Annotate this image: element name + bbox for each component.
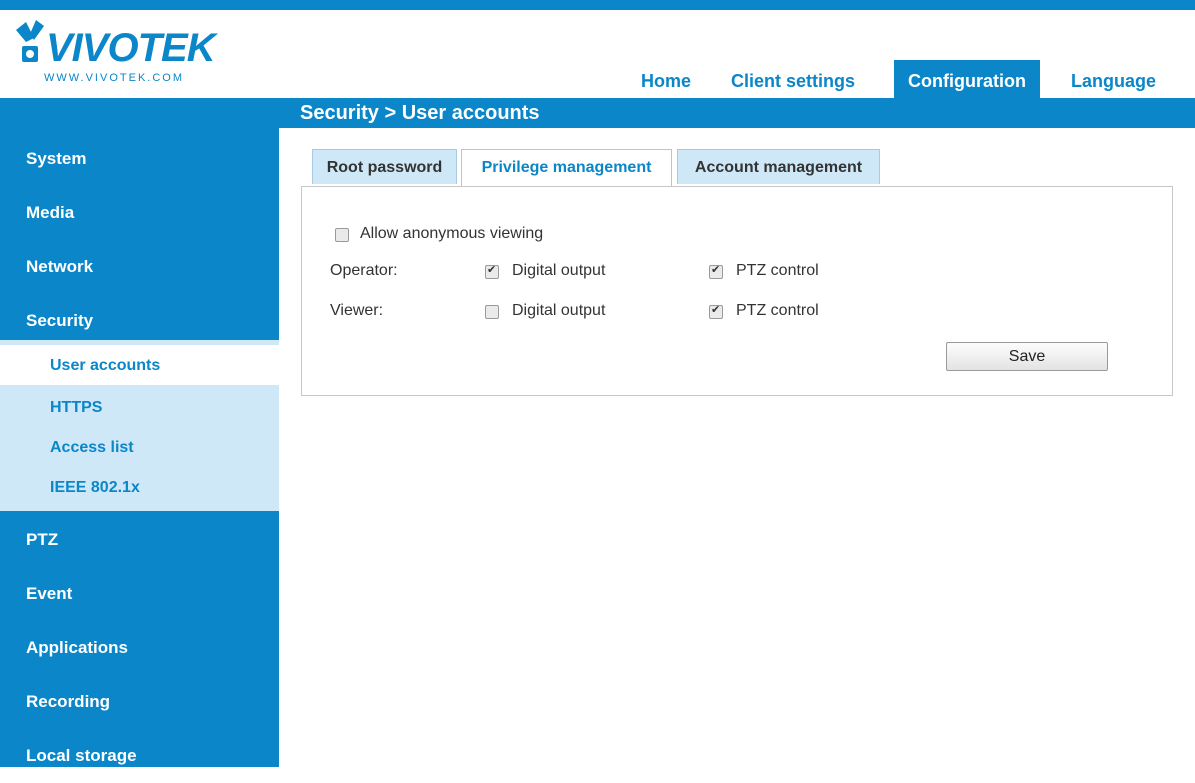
operator-ptz-control-label: PTZ control xyxy=(736,262,819,279)
viewer-digital-output-label: Digital output xyxy=(512,302,606,319)
nav-language[interactable]: Language xyxy=(1071,60,1156,98)
viewer-digital-output-checkbox[interactable] xyxy=(485,305,499,319)
operator-digital-output-label: Digital output xyxy=(512,262,606,279)
subnav-https[interactable]: HTTPS xyxy=(0,387,279,427)
sidebar-item-label: Media xyxy=(26,203,75,222)
subnav-label: IEEE 802.1x xyxy=(50,479,140,496)
save-button[interactable]: Save xyxy=(946,342,1108,371)
top-border xyxy=(0,0,1195,10)
sidebar-item-label: Local storage xyxy=(26,746,137,765)
sidebar-item-local-storage[interactable]: Local storage xyxy=(0,729,279,783)
viewer-label: Viewer: xyxy=(330,302,384,319)
sidebar-item-recording[interactable]: Recording xyxy=(0,675,279,729)
sidebar-item-applications[interactable]: Applications xyxy=(0,621,279,675)
sidebar-item-media[interactable]: Media xyxy=(0,186,279,240)
sidebar-item-label: Event xyxy=(26,584,73,603)
sidebar-item-label: Applications xyxy=(26,638,129,657)
sidebar-item-ptz[interactable]: PTZ xyxy=(0,513,279,567)
sidebar-item-event[interactable]: Event xyxy=(0,567,279,621)
nav-client-settings[interactable]: Client settings xyxy=(731,60,855,98)
sidebar-item-label: PTZ xyxy=(26,530,59,549)
breadcrumb: Security > User accounts xyxy=(300,102,540,124)
sidebar-item-label: Network xyxy=(26,257,94,276)
nav-home[interactable]: Home xyxy=(641,60,691,98)
sidebar-item-network[interactable]: Network xyxy=(0,240,279,294)
viewer-ptz-control-checkbox[interactable] xyxy=(709,303,723,319)
sidebar: System Media Network Security User accou… xyxy=(0,128,279,767)
sidebar-item-label: Security xyxy=(26,311,94,330)
operator-label: Operator: xyxy=(330,262,398,279)
security-subnav: User accounts HTTPS Access list IEEE 802… xyxy=(0,340,279,511)
anonymous-viewing-label: Allow anonymous viewing xyxy=(360,225,544,242)
subnav-label: Access list xyxy=(50,439,134,456)
subnav-user-accounts[interactable]: User accounts xyxy=(0,345,279,385)
viewer-ptz-control-label: PTZ control xyxy=(736,302,819,319)
sidebar-item-system[interactable]: System xyxy=(0,132,279,186)
subnav-label: HTTPS xyxy=(50,399,103,416)
sidebar-item-label: System xyxy=(26,149,87,168)
subnav-ieee-8021x[interactable]: IEEE 802.1x xyxy=(0,467,279,507)
nav-configuration[interactable]: Configuration xyxy=(894,60,1040,98)
anonymous-viewing-checkbox[interactable] xyxy=(335,228,349,242)
tab-root-password[interactable]: Root password xyxy=(312,149,457,184)
tab-account-management[interactable]: Account management xyxy=(677,149,880,184)
sidebar-item-label: Recording xyxy=(26,692,111,711)
operator-ptz-control-checkbox[interactable] xyxy=(709,263,723,279)
subnav-label: User accounts xyxy=(50,357,161,374)
header-bar: Security > User accounts xyxy=(0,98,1195,128)
subnav-access-list[interactable]: Access list xyxy=(0,427,279,467)
top-nav: Home Client settings Configuration Langu… xyxy=(0,60,1195,98)
operator-digital-output-checkbox[interactable] xyxy=(485,263,499,279)
privilege-panel: Allow anonymous viewing Operator: Digita… xyxy=(301,186,1173,396)
tab-privilege-management[interactable]: Privilege management xyxy=(461,149,672,186)
